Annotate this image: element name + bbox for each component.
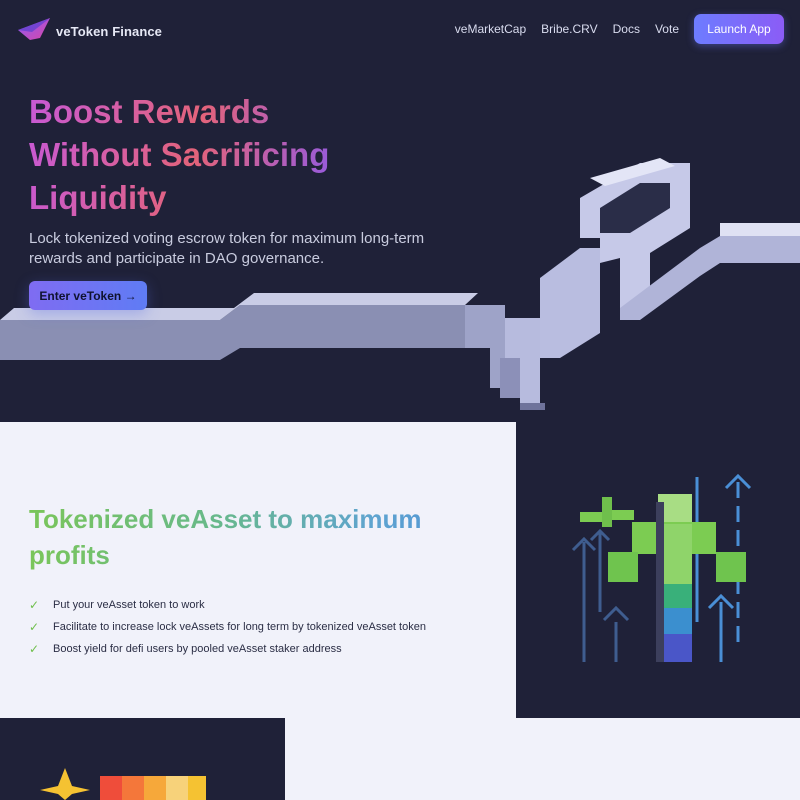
profits-title-line: profits bbox=[29, 540, 110, 570]
profits-title: Tokenized veAsset to maximum profits bbox=[29, 501, 489, 573]
hero-section: Boost Rewards Without Sacrificing Liquid… bbox=[0, 58, 800, 422]
rewards-section bbox=[285, 718, 800, 800]
check-icon: ✓ bbox=[29, 642, 40, 656]
arrow-right-icon: → bbox=[124, 288, 137, 303]
rewards-section-art bbox=[0, 718, 285, 800]
brand-link[interactable]: veToken Finance bbox=[16, 16, 162, 47]
nav-link-bribe-crv[interactable]: Bribe.CRV bbox=[541, 22, 597, 36]
nav-link-vemarketcap[interactable]: veMarketCap bbox=[455, 22, 526, 36]
feature-item: ✓ Boost yield for defi users by pooled v… bbox=[29, 638, 426, 660]
profits-section: Tokenized veAsset to maximum profits ✓ P… bbox=[0, 422, 516, 718]
launch-app-button[interactable]: Launch App bbox=[694, 14, 784, 44]
feature-text: Boost yield for defi users by pooled veA… bbox=[53, 643, 342, 655]
feature-item: ✓ Facilitate to increase lock veAssets f… bbox=[29, 616, 426, 638]
feature-text: Put your veAsset token to work bbox=[53, 599, 205, 611]
enter-vetoken-label: Enter veToken bbox=[39, 288, 122, 303]
check-icon: ✓ bbox=[29, 620, 40, 634]
brand-name: veToken Finance bbox=[56, 24, 163, 39]
plant-cross-arrows-illustration bbox=[516, 422, 800, 718]
feature-text: Facilitate to increase lock veAssets for… bbox=[53, 621, 426, 633]
enter-vetoken-button[interactable]: Enter veToken → bbox=[29, 281, 147, 310]
nav-link-vote[interactable]: Vote bbox=[655, 22, 679, 36]
hero-title-line: Boost Rewards bbox=[29, 93, 270, 130]
nav-link-docs[interactable]: Docs bbox=[613, 22, 640, 36]
hero-title-line: Liquidity bbox=[29, 179, 167, 216]
hero-subtitle: Lock tokenized voting escrow token for m… bbox=[29, 230, 425, 267]
check-icon: ✓ bbox=[29, 598, 40, 612]
feature-list: ✓ Put your veAsset token to work ✓ Facil… bbox=[29, 594, 426, 660]
hero-title: Boost Rewards Without Sacrificing Liquid… bbox=[29, 90, 449, 219]
profits-title-line: Tokenized veAsset to maximum bbox=[29, 504, 422, 534]
feature-item: ✓ Put your veAsset token to work bbox=[29, 594, 426, 616]
nav-links: veMarketCap Bribe.CRV Docs Vote Launch A… bbox=[455, 14, 784, 44]
top-navbar: veToken Finance veMarketCap Bribe.CRV Do… bbox=[0, 0, 800, 58]
hero-title-line: Without Sacrificing bbox=[29, 136, 330, 173]
star-and-bars-illustration bbox=[40, 768, 206, 800]
vetoken-logo-icon bbox=[16, 16, 52, 47]
